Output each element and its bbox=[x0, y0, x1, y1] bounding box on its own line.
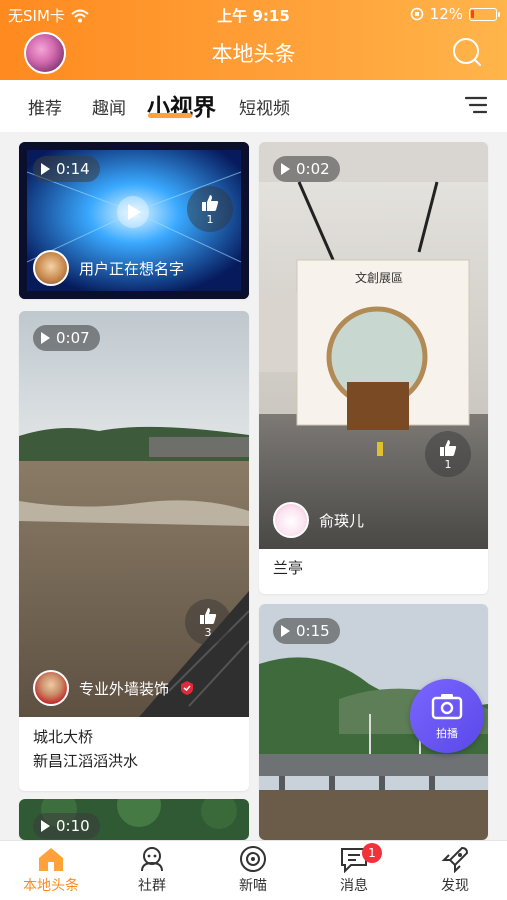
record-video-button[interactable]: 拍播 bbox=[410, 679, 484, 753]
author-name: 俞瑛儿 bbox=[319, 511, 365, 530]
author[interactable]: 专业外墙装饰 bbox=[33, 670, 195, 706]
like-count: 1 bbox=[206, 213, 214, 226]
like-button[interactable]: 1 bbox=[425, 431, 471, 477]
duration-badge: 0:14 bbox=[33, 156, 100, 182]
thumbs-up-icon bbox=[202, 195, 219, 211]
duration-badge: 0:07 bbox=[33, 325, 100, 351]
page-title: 本地头条 bbox=[211, 42, 296, 66]
record-label: 拍播 bbox=[436, 727, 458, 740]
verified-badge-icon bbox=[181, 681, 194, 695]
bottom-navigation: 本地头条 社群 新喵 1 消息 发现 bbox=[0, 840, 507, 900]
author[interactable]: 俞瑛儿 bbox=[273, 502, 364, 538]
duration-badge: 0:15 bbox=[273, 618, 340, 644]
author[interactable]: 用户正在想名字 bbox=[33, 250, 184, 286]
nav-community[interactable]: 社群 bbox=[112, 845, 192, 895]
unread-badge: 1 bbox=[362, 843, 382, 863]
gallery-sign: 文創展區 bbox=[355, 270, 403, 285]
rocket-icon bbox=[441, 846, 469, 873]
battery-percent: 12% bbox=[429, 5, 463, 23]
author-avatar bbox=[33, 670, 69, 706]
video-card[interactable]: 0:07 3 专业外墙装饰 城北大桥 新昌江滔滔洪水 bbox=[19, 311, 249, 791]
status-right: 12% bbox=[410, 5, 500, 23]
duration-badge: 0:10 bbox=[33, 813, 100, 839]
play-icon bbox=[41, 163, 50, 175]
tab-fun[interactable]: 趣闻 bbox=[92, 94, 126, 119]
orientation-lock-icon bbox=[410, 7, 423, 21]
home-icon bbox=[39, 848, 63, 871]
author-avatar bbox=[33, 250, 69, 286]
nav-messages[interactable]: 1 消息 bbox=[314, 843, 394, 895]
thumbs-up-icon bbox=[440, 440, 457, 456]
author-name: 用户正在想名字 bbox=[79, 259, 185, 278]
video-card[interactable]: 文創展區 0:02 1 俞瑛儿 兰亭 bbox=[259, 142, 488, 594]
cat-eye-icon bbox=[240, 846, 266, 872]
play-icon bbox=[41, 820, 50, 832]
community-icon bbox=[141, 847, 163, 872]
search-icon[interactable] bbox=[451, 36, 483, 68]
like-count: 1 bbox=[444, 458, 452, 471]
tab-recommend[interactable]: 推荐 bbox=[28, 94, 62, 119]
video-card[interactable]: 0:10 bbox=[19, 799, 249, 840]
play-icon bbox=[281, 163, 290, 175]
duration-badge: 0:02 bbox=[273, 156, 340, 182]
like-button[interactable]: 3 bbox=[185, 599, 231, 645]
tab-short-video[interactable]: 短视频 bbox=[239, 94, 290, 119]
play-icon bbox=[41, 332, 50, 344]
menu-icon[interactable] bbox=[465, 96, 487, 114]
status-bar: 无SIM卡 上午 9:15 12% bbox=[0, 0, 507, 28]
nav-discover[interactable]: 发现 bbox=[415, 845, 495, 895]
author-name: 专业外墙装饰 bbox=[79, 679, 170, 698]
nav-local-news[interactable]: 本地头条 bbox=[11, 845, 91, 895]
title-bar: 本地头条 bbox=[0, 30, 507, 76]
video-thumbnail: 文創展區 bbox=[259, 142, 488, 549]
author-avatar bbox=[273, 502, 309, 538]
app-header: 无SIM卡 上午 9:15 12% 本地头条 bbox=[0, 0, 507, 80]
video-card[interactable]: 0:14 1 用户正在想名字 bbox=[19, 142, 249, 299]
nav-xinmiao[interactable]: 新喵 bbox=[213, 845, 293, 895]
card-caption: 兰亭 bbox=[273, 559, 304, 577]
like-count: 3 bbox=[204, 626, 212, 639]
camera-icon bbox=[431, 694, 463, 720]
active-tab-indicator bbox=[148, 113, 192, 118]
battery-icon bbox=[469, 7, 500, 21]
category-tabs: 推荐 趣闻 小视界 短视频 bbox=[0, 80, 507, 132]
play-icon bbox=[281, 625, 290, 637]
like-button[interactable]: 1 bbox=[187, 186, 233, 232]
thumbs-up-icon bbox=[200, 608, 217, 624]
video-thumbnail bbox=[19, 311, 249, 717]
card-caption: 城北大桥 新昌江滔滔洪水 bbox=[33, 728, 139, 770]
